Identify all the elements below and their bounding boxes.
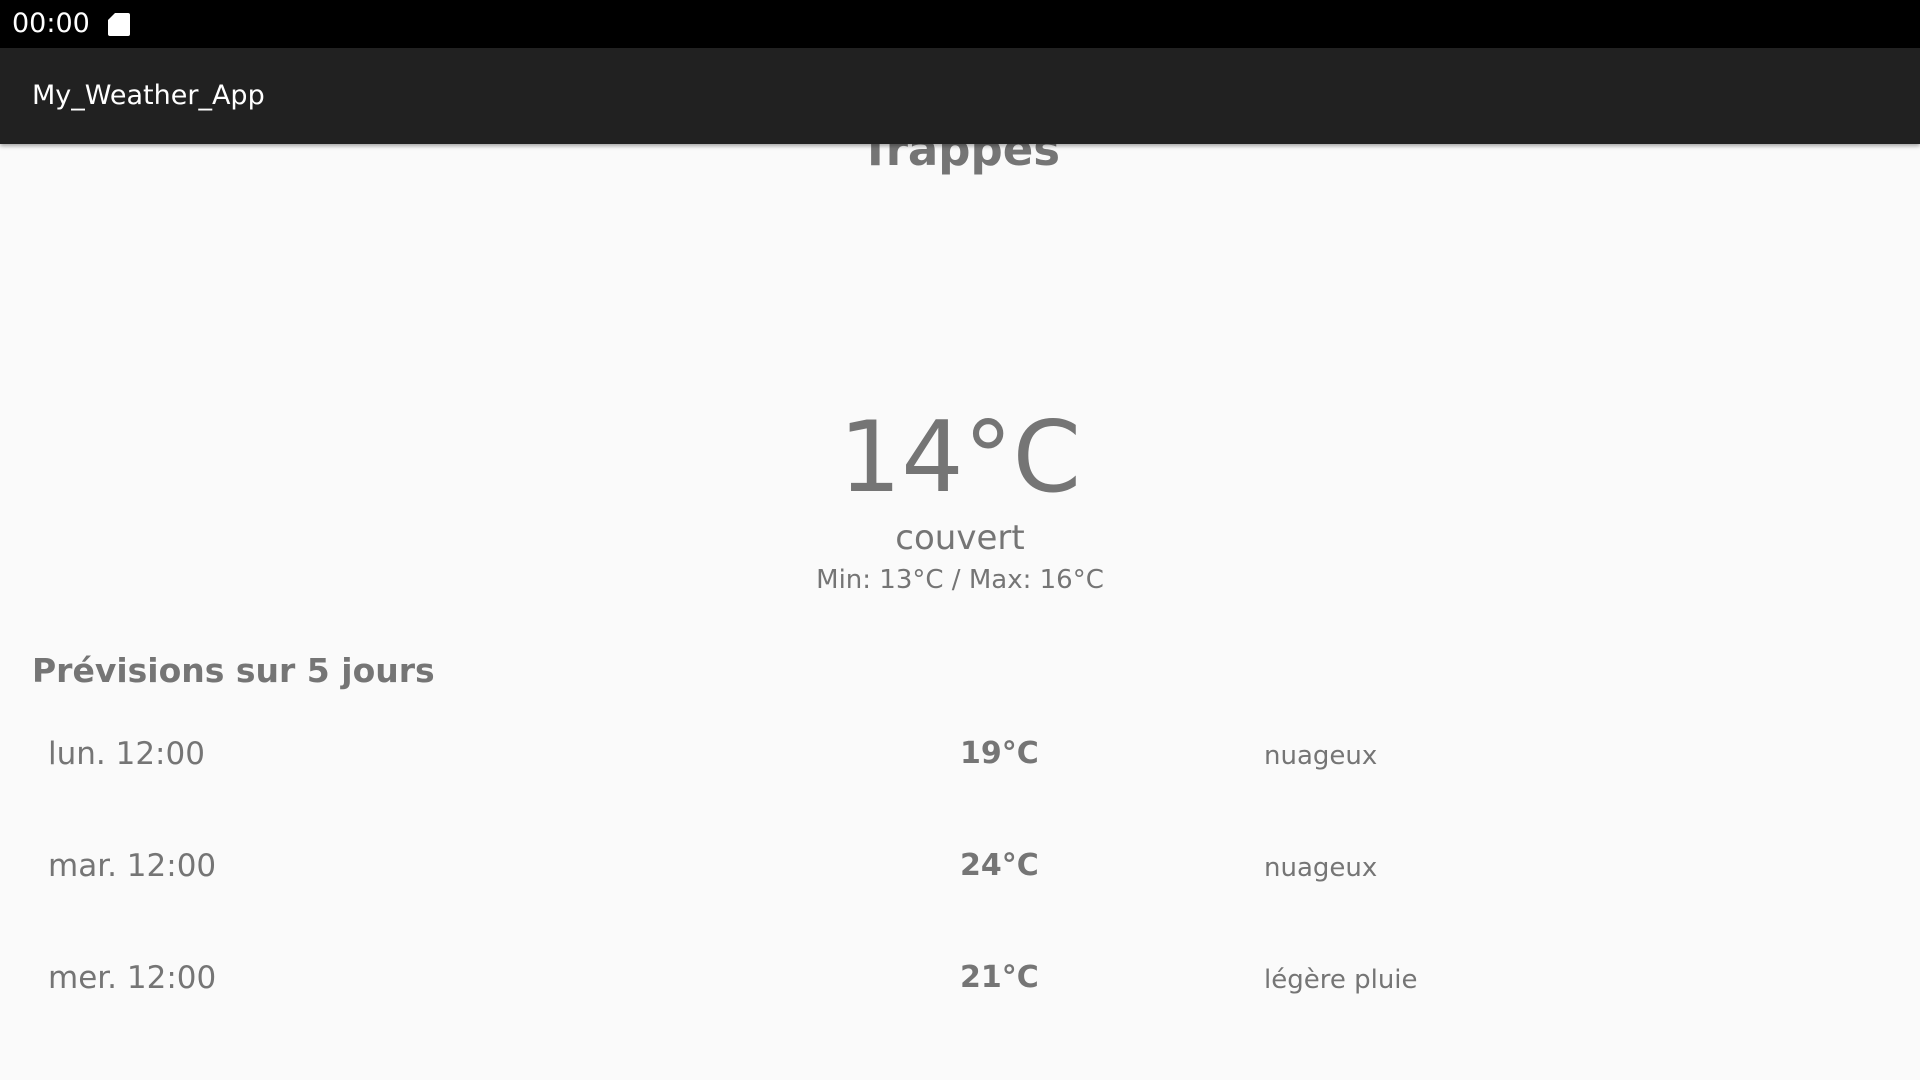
forecast-temperature: 24°C xyxy=(960,848,1039,883)
app-title: My_Weather_App xyxy=(32,80,265,111)
forecast-description: légère pluie xyxy=(1264,965,1418,995)
status-bar: 00:00 xyxy=(0,0,1920,48)
forecast-date: lun. 12:00 xyxy=(48,736,205,772)
forecast-row: mer. 12:00 21°C légère pluie xyxy=(0,950,1920,1010)
forecast-row: mar. 12:00 24°C nuageux xyxy=(0,838,1920,898)
status-time: 00:00 xyxy=(12,8,90,39)
city-name: Trappes xyxy=(859,144,1061,176)
weather-content[interactable]: Trappes 14°C couvert Min: 13°C / Max: 16… xyxy=(0,144,1920,1080)
app-bar: My_Weather_App xyxy=(0,48,1920,144)
forecast-temperature: 19°C xyxy=(960,736,1039,771)
forecast-date: mar. 12:00 xyxy=(48,848,217,884)
forecast-row: lun. 12:00 19°C nuageux xyxy=(0,726,1920,786)
current-min-max: Min: 13°C / Max: 16°C xyxy=(816,565,1104,595)
forecast-temperature: 21°C xyxy=(960,960,1039,995)
current-temperature: 14°C xyxy=(838,401,1082,515)
forecast-description: nuageux xyxy=(1264,741,1378,771)
forecast-description: nuageux xyxy=(1264,853,1378,883)
sd-card-icon xyxy=(108,13,130,36)
forecast-heading: Prévisions sur 5 jours xyxy=(32,651,435,690)
forecast-date: mer. 12:00 xyxy=(48,960,217,996)
current-description: couvert xyxy=(895,518,1025,558)
